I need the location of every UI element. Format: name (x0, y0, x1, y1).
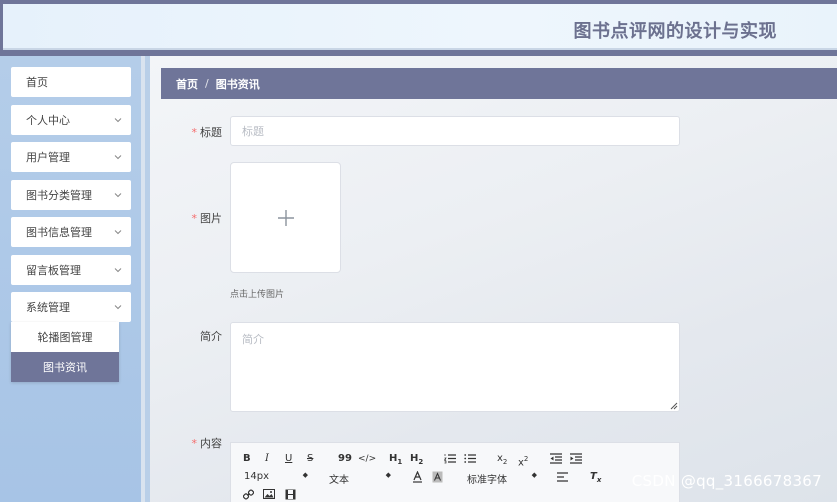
sidebar-item-label: 用户管理 (26, 151, 70, 164)
select-arrow-icon: ◆ (531, 471, 537, 479)
sidebar-item-label: 图书分类管理 (26, 189, 92, 202)
sidebar-item-system-management[interactable]: 系统管理 (11, 292, 131, 322)
bold-button[interactable]: B (243, 453, 251, 465)
video-icon (285, 489, 296, 500)
watermark: CSDN @qq_3166678367 (631, 472, 822, 490)
bullet-list-button[interactable] (464, 453, 476, 464)
title-label: * 标题 (150, 124, 223, 140)
image-icon (263, 489, 275, 499)
site-title: 图书点评网的设计与实现 (573, 21, 777, 42)
font-color-icon (413, 471, 422, 483)
italic-button[interactable]: I (265, 453, 269, 465)
chevron-down-icon (114, 118, 122, 123)
sidebar-item-label: 首页 (26, 76, 48, 89)
ordered-list-button[interactable] (444, 453, 456, 464)
image-button[interactable] (263, 489, 275, 499)
blockquote-button[interactable]: 99 (338, 453, 352, 465)
sidebar-item-label: 图书信息管理 (26, 226, 92, 239)
submenu-item-label: 轮播图管理 (37, 331, 93, 344)
breadcrumb-separator: / (205, 77, 209, 90)
link-button[interactable] (243, 489, 254, 500)
resize-handle-icon[interactable] (670, 402, 678, 410)
summary-textarea[interactable] (230, 322, 680, 412)
sidebar-item-label: 个人中心 (26, 114, 70, 127)
align-left-icon (557, 472, 568, 482)
align-button[interactable] (557, 472, 568, 482)
plus-icon (278, 210, 294, 226)
sidebar-item-label: 系统管理 (26, 301, 70, 314)
video-button[interactable] (285, 489, 296, 500)
image-uploader[interactable] (230, 162, 341, 273)
sidebar-item-book-info[interactable]: 图书信息管理 (11, 217, 131, 247)
breadcrumb-current: 图书资讯 (215, 77, 260, 91)
main-content: 首页 / 图书资讯 *标题 *图片 点击上传图片 简介 *内容 B I U S … (150, 56, 837, 502)
header-banner: 图书点评网的设计与实现 (3, 4, 837, 50)
header-1-button[interactable]: H1 (389, 453, 402, 468)
background-color-icon (432, 471, 443, 483)
link-icon (243, 489, 254, 500)
chevron-down-icon (114, 193, 122, 198)
sidebar-item-label: 留言板管理 (26, 264, 81, 277)
breadcrumb: 首页 / 图书资讯 (161, 68, 837, 99)
summary-label-text: 简介 (200, 330, 222, 343)
clear-format-button[interactable]: Tx (590, 471, 601, 486)
superscript-button[interactable]: x2 (518, 453, 528, 469)
text-type-value: 文本 (329, 475, 349, 486)
sidebar-item-user-management[interactable]: 用户管理 (11, 142, 131, 172)
content-label-text: 内容 (200, 437, 222, 450)
chevron-down-icon (114, 268, 122, 273)
font-family-select[interactable]: 标准字体 ◆ (467, 471, 537, 486)
rich-text-editor-toolbar: B I U S 99 </> H1 H2 x2 x2 14px ◆ 文本 ◆ 标… (230, 442, 680, 502)
select-arrow-icon: ◆ (302, 471, 308, 479)
sidebar-item-personal-center[interactable]: 个人中心 (11, 105, 131, 135)
font-size-value: 14px (244, 471, 269, 482)
font-color-button[interactable] (412, 471, 423, 483)
chevron-down-icon (114, 155, 122, 160)
ordered-list-icon (444, 454, 456, 464)
required-mark: * (191, 126, 198, 139)
sidebar-item-book-category[interactable]: 图书分类管理 (11, 180, 131, 210)
upload-hint: 点击上传图片 (230, 290, 285, 300)
chevron-down-icon (114, 305, 122, 310)
subscript-button[interactable]: x2 (497, 453, 507, 468)
title-input[interactable] (230, 116, 680, 146)
image-label-text: 图片 (200, 212, 222, 225)
font-family-value: 标准字体 (467, 475, 507, 486)
text-type-select[interactable]: 文本 ◆ (329, 471, 391, 486)
outdent-button[interactable] (550, 453, 562, 464)
background-color-button[interactable] (432, 471, 443, 483)
sidebar: 首页 个人中心 用户管理 图书分类管理 图书信息管理 留言板管理 系统管理 轮播… (0, 56, 145, 502)
sidebar-item-message-board[interactable]: 留言板管理 (11, 255, 131, 285)
breadcrumb-home[interactable]: 首页 (176, 76, 198, 92)
code-button[interactable]: </> (358, 453, 376, 465)
top-header: 图书点评网的设计与实现 (0, 0, 837, 56)
content-label: * 内容 (150, 435, 223, 451)
submenu-item-carousel[interactable]: 轮播图管理 (11, 322, 119, 352)
system-submenu: 轮播图管理 图书资讯 (11, 322, 119, 382)
submenu-item-label: 图书资讯 (43, 361, 87, 374)
summary-label: 简介 (150, 328, 222, 344)
submenu-item-book-news[interactable]: 图书资讯 (11, 352, 119, 382)
bullet-list-icon (464, 454, 476, 463)
sidebar-item-home[interactable]: 首页 (11, 67, 131, 97)
indent-icon (570, 453, 582, 464)
font-size-select[interactable]: 14px ◆ (244, 471, 308, 482)
outdent-icon (550, 453, 562, 464)
image-label: * 图片 (150, 210, 223, 226)
required-mark: * (191, 437, 198, 450)
title-label-text: 标题 (200, 126, 222, 139)
indent-button[interactable] (570, 453, 582, 464)
select-arrow-icon: ◆ (385, 471, 391, 479)
chevron-down-icon (114, 230, 122, 235)
underline-button[interactable]: U (285, 453, 292, 465)
header-2-button[interactable]: H2 (410, 453, 423, 468)
required-mark: * (191, 212, 198, 225)
strike-button[interactable]: S (307, 453, 313, 465)
